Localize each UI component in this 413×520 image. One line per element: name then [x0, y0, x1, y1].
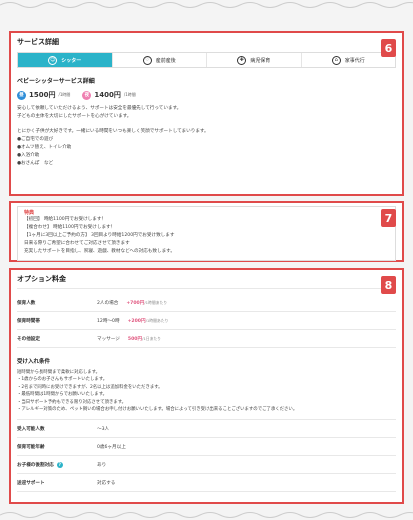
help-icon[interactable]: ? — [56, 461, 63, 468]
detail-row: 受入可能人数 〜3人 — [17, 420, 396, 439]
sick-child-icon: ✚ — [237, 55, 247, 65]
condition-line: ・アレルギー対策のため、ペット飼いの場合お申し付けお願いいたします。場合によって… — [17, 407, 298, 413]
condition-line: 短時間から長時間まで柔軟に対応します。 — [17, 370, 100, 375]
service-description: 安心して依頼していただけるよう、サポートは安全を最優先して行っています。 子ども… — [17, 105, 396, 168]
offer-line: 【初回】 時給1100円でお受けします！ — [24, 217, 107, 222]
option-unit: /1時間あたり — [144, 299, 168, 305]
detail-row: 保育可能年齢 0歳6ヶ月以上 — [17, 438, 396, 457]
option-row: 保育人数 2人の場合 +700円/1時間あたり — [17, 294, 396, 312]
section-title: サービス詳細 — [17, 38, 59, 46]
condition-line: ・当日サポート予約もできる限り対応させて頂きます。 — [17, 399, 127, 405]
maternity-icon: ♡ — [142, 55, 152, 65]
tab-sitter[interactable]: ☺ シッター — [18, 53, 113, 67]
offer-line: 充実したサポートを目指し、夙寝、遊戯、教材などへの対応も致します。 — [24, 249, 175, 254]
wavy-bottom-border — [0, 512, 413, 518]
description-line: ●入浴介助 — [17, 153, 40, 158]
service-tabs: ☺ シッター ♡ 産前産後 ✚ 病児保育 ⌂ 家事代行 — [17, 52, 396, 68]
tab-label: 産前産後 — [155, 57, 176, 64]
tab-maternity[interactable]: ♡ 産前産後 — [113, 53, 207, 67]
condition-line: ・最低時間は1時間からでお願いいたします。 — [17, 392, 108, 398]
special-offer-panel: 7 特典 【初回】 時給1100円でお受けします！ 【複合わせ】 時給1100円… — [9, 201, 404, 262]
special-offer-box: 特典 【初回】 時給1100円でお受けします！ 【複合わせ】 時給1100円でお… — [17, 206, 396, 261]
detail-row: 送迎サポート 対応する — [17, 474, 396, 493]
night-price: 夜 1400円 /1時間 — [82, 90, 136, 100]
option-price: +200円 — [127, 318, 146, 324]
tab-label: シッター — [61, 57, 82, 64]
price-unit: /1時間 — [58, 92, 71, 97]
tab-sick-child[interactable]: ✚ 病児保育 — [207, 53, 302, 67]
price-amount: 1400円 — [94, 91, 121, 99]
option-row: その他設定 マッサージ 500円/1日あたり — [17, 330, 396, 348]
conditions-list: 短時間から長時間まで柔軟に対応します。 ・1歳からのお子さんもサポートいたします… — [17, 369, 396, 413]
options-panel: 8 オプション料金 保育人数 2人の場合 +700円/1時間あたり 保育時間帯 … — [9, 268, 404, 504]
option-key: 保育時間帯 — [17, 318, 40, 324]
service-title: ベビーシッターサービス詳細 — [17, 78, 95, 85]
tab-label: 家事代行 — [344, 57, 365, 64]
description-line: とにかく子供が大好きです。一緒にいる時間をいつも楽しく笑顔でサポートしてまいりま… — [17, 129, 209, 134]
offer-line: 【複合わせ】 時給1100円でお受けします！ — [24, 225, 116, 230]
detail-key: 受入可能人数 — [17, 426, 45, 432]
option-unit: /1時間あたり — [145, 317, 169, 323]
sitter-icon: ☺ — [48, 55, 58, 65]
details-table: 受入可能人数 〜3人 保育可能年齢 0歳6ヶ月以上 お子様の後割対応? あり 送… — [17, 419, 396, 493]
section-title: オプション料金 — [17, 274, 396, 289]
detail-value: 0歳6ヶ月以上 — [97, 444, 126, 450]
price-amount: 1500円 — [29, 91, 56, 99]
detail-row: お子様の後割対応? あり — [17, 456, 396, 475]
panel-number-badge: 7 — [381, 209, 396, 227]
option-cond: 12時〜0時 — [97, 318, 120, 324]
condition-line: ・1歳からのお子さんもサポートいたします。 — [17, 377, 108, 383]
panel-number-badge: 8 — [381, 276, 396, 294]
description-line: ●おさんぽ など — [17, 161, 54, 166]
price-unit: /1時間 — [123, 92, 136, 97]
option-price: +700円 — [126, 300, 145, 306]
panel-number-badge: 6 — [381, 39, 396, 57]
detail-key: 保育可能年齢 — [17, 444, 45, 450]
conditions-title: 受け入れ条件 — [17, 359, 51, 365]
price-list: 昼 1500円 /1時間 夜 1400円 /1時間 — [17, 90, 396, 100]
option-cond: 2人の場合 — [97, 300, 119, 306]
detail-value: あり — [97, 462, 107, 468]
detail-value: 〜3人 — [97, 426, 110, 432]
option-price: 500円 — [127, 336, 143, 342]
description-line: 安心して依頼していただけるよう、サポートは安全を最優先して行っています。 — [17, 106, 182, 111]
description-line: ●ご自宅での遊び — [17, 137, 54, 142]
option-key: その他設定 — [17, 336, 40, 342]
option-key: 保育人数 — [17, 300, 36, 306]
description-line: ●オムツ替え、トイレ介助 — [17, 145, 72, 150]
offer-line: 【1ヶ月に3回以上ご予約の方】 3回目より時給1200円でお受け致します — [24, 233, 175, 238]
offer-line: 日来る際りご希望に合わせてご対応させて頂きます — [24, 241, 130, 246]
detail-value: 対応する — [97, 480, 116, 486]
day-price: 昼 1500円 /1時間 — [17, 90, 70, 100]
condition-line: ・2名まで同時にお受けできますが、2名以上は追加料金をいただきます。 — [17, 384, 163, 390]
detail-key: 送迎サポート — [17, 480, 45, 486]
option-cond: マッサージ — [97, 336, 120, 342]
tab-label: 病児保育 — [250, 57, 271, 64]
option-unit: /1日あたり — [142, 335, 161, 341]
night-icon: 夜 — [82, 90, 92, 100]
special-offer-label: 特典 — [24, 210, 35, 216]
option-row: 保育時間帯 12時〜0時 +200円/1時間あたり — [17, 312, 396, 330]
detail-key: お子様の後割対応 — [17, 462, 54, 468]
wavy-top-border — [0, 2, 413, 8]
description-line: 子どもの主体を大切にしたサポートを心がけています。 — [17, 114, 132, 119]
day-icon: 昼 — [17, 90, 26, 100]
service-detail-panel: 6 サービス詳細 ☺ シッター ♡ 産前産後 ✚ 病児保育 ⌂ 家事代行 ベビー… — [9, 31, 404, 196]
housework-icon: ⌂ — [331, 55, 341, 65]
